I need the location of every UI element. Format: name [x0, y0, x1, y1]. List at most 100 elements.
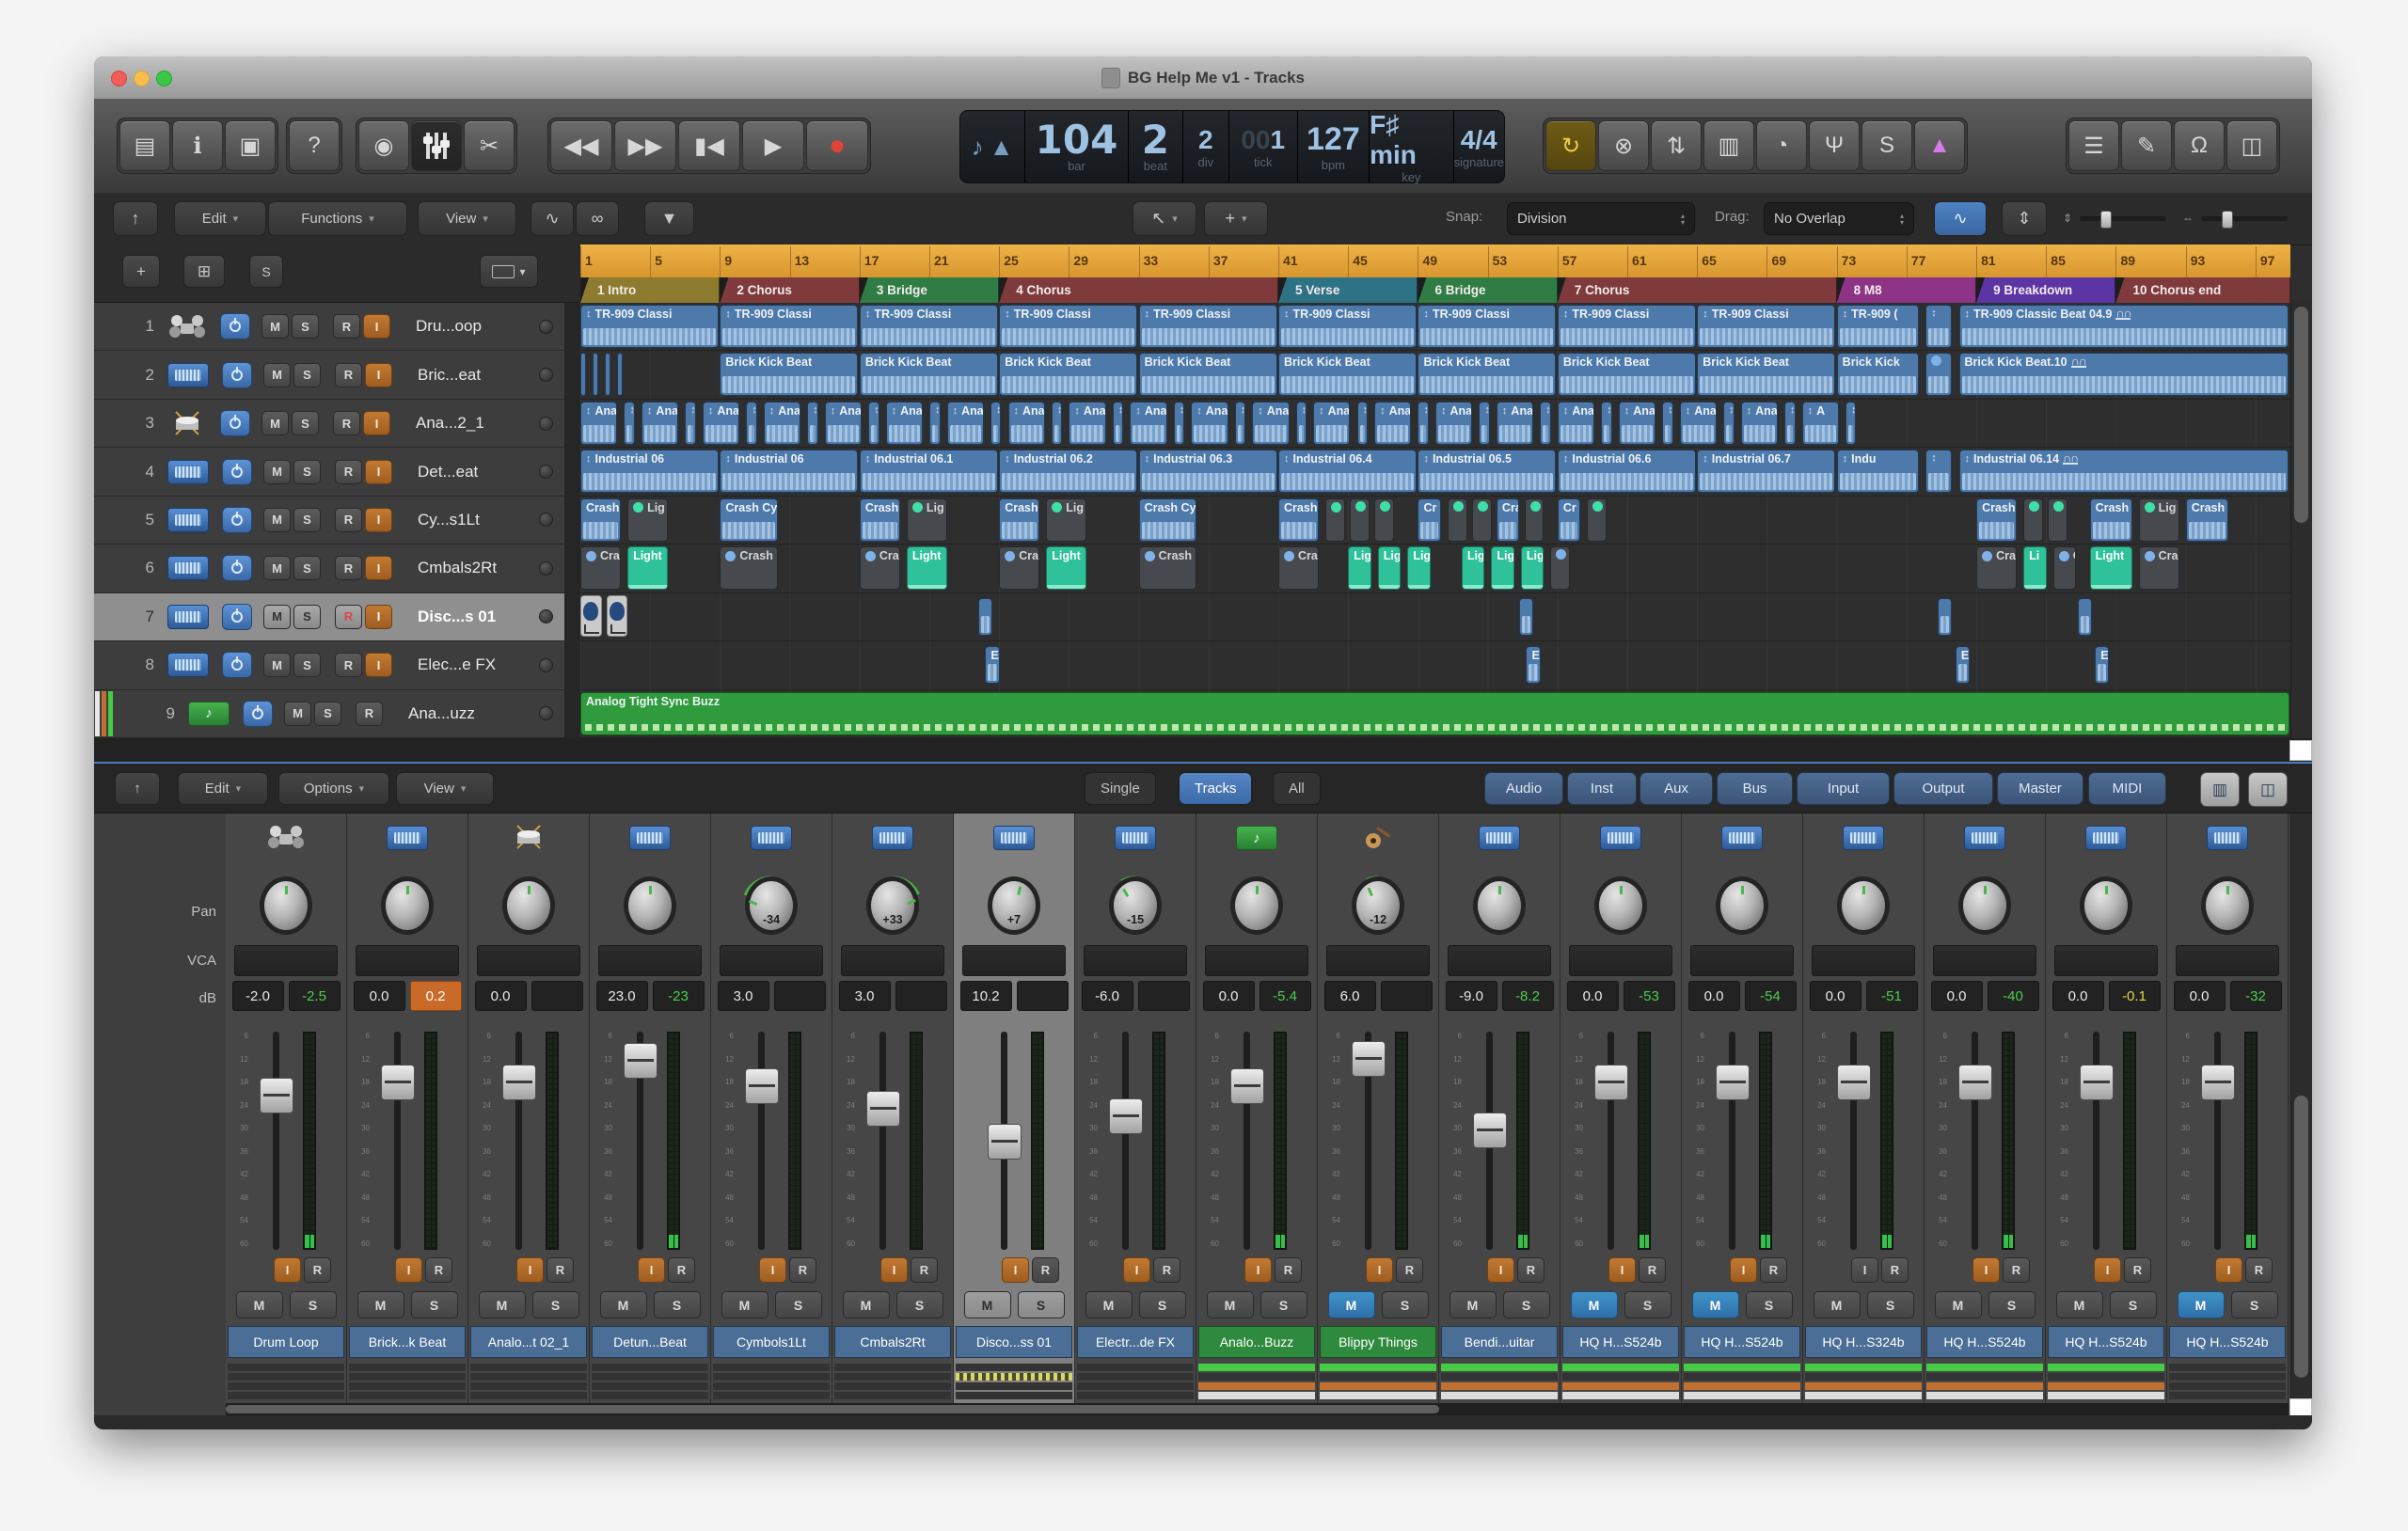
track-lane[interactable]: CrasLightCrashCrasLightCrasLightCrashCra… — [580, 545, 2290, 593]
input-monitor-button[interactable]: I — [1730, 1257, 1757, 1283]
input-monitor-button[interactable]: I — [363, 314, 390, 339]
region[interactable]: ↕ — [929, 401, 941, 445]
track-lane[interactable]: ↕ Industrial 06 ↕ Industrial 06 ↕ Industrial … — [580, 448, 2290, 497]
region[interactable] — [1374, 497, 1394, 542]
mute-button[interactable]: M — [1449, 1291, 1497, 1318]
toolbar-toggle-icon[interactable]: ▣ — [225, 120, 276, 171]
region[interactable] — [592, 353, 598, 397]
autopunch-icon[interactable]: ⇅ — [1651, 120, 1702, 171]
titlebar[interactable]: BG Help Me v1 - Tracks — [94, 56, 2312, 100]
solo-button[interactable]: S — [1381, 1291, 1429, 1318]
track-header[interactable]: 6 M S R I Cmbals2Rt — [94, 545, 564, 593]
channel-name[interactable]: HQ H...S324b — [1805, 1326, 1922, 1358]
region[interactable]: ↕ Ana — [1069, 401, 1106, 445]
pan-knob[interactable] — [1467, 873, 1531, 940]
vca-slot[interactable] — [234, 945, 338, 976]
region[interactable] — [977, 597, 993, 636]
fader-handle[interactable] — [1473, 1113, 1507, 1149]
peak-readout[interactable]: -8.2 — [1501, 981, 1554, 1011]
region[interactable]: ↕ — [1112, 401, 1124, 445]
marker[interactable]: 2 Chorus — [720, 277, 860, 303]
mixer-vertical-scrollbar[interactable] — [2290, 813, 2312, 1415]
region[interactable]: Light — [2089, 546, 2132, 591]
fader-handle[interactable] — [1594, 1065, 1628, 1101]
pan-knob[interactable] — [1831, 873, 1895, 940]
region[interactable]: ↕ — [1540, 401, 1551, 445]
input-monitor-button[interactable]: I — [365, 507, 392, 532]
fader-handle[interactable] — [988, 1124, 1022, 1160]
record-icon[interactable]: ● — [806, 120, 868, 171]
track-lane[interactable]: EEEE — [580, 641, 2290, 690]
track-gain-circle[interactable] — [539, 319, 553, 334]
pan-knob[interactable]: +7 — [982, 873, 1046, 940]
solo-button[interactable]: S — [292, 411, 319, 436]
mute-button[interactable]: M — [261, 411, 289, 436]
track-on-off-button[interactable] — [222, 652, 252, 679]
input-monitor-button[interactable]: I — [638, 1257, 665, 1283]
region[interactable]: ↕ Ana — [885, 401, 923, 445]
record-enable-button[interactable]: R — [1396, 1257, 1423, 1283]
region[interactable]: ↕ — [807, 401, 818, 445]
fader-handle[interactable] — [1352, 1040, 1386, 1077]
track-gain-circle[interactable] — [539, 609, 553, 624]
mixer-options-menu[interactable]: Options ▾ — [278, 772, 389, 805]
fader-handle[interactable] — [1230, 1068, 1264, 1105]
region[interactable]: ↕ Ana — [702, 401, 740, 445]
region[interactable]: ↕ Industrial 06 — [580, 450, 719, 494]
region[interactable]: Lig — [1348, 546, 1371, 591]
mixer-icon[interactable] — [411, 120, 462, 171]
fader-track[interactable] — [758, 1032, 765, 1250]
lcd-key[interactable]: F♯ min key — [1370, 110, 1454, 184]
mixer-channel[interactable]: 0.0 -32 6 12 18 24 30 36 42 48 54 60 I R M S HQ H...S524… — [2167, 813, 2289, 1403]
input-monitor-button[interactable]: I — [2094, 1257, 2121, 1283]
filter-audio[interactable]: Audio — [1484, 772, 1563, 805]
tracks-view-menu[interactable]: View ▾ — [418, 201, 516, 236]
region[interactable]: Cras — [1976, 546, 2018, 591]
pan-knob[interactable]: -12 — [1346, 873, 1410, 940]
mixer-channel[interactable]: 0.0 -53 6 12 18 24 30 36 42 48 54 60 I R M S HQ H...S524… — [1560, 813, 1682, 1403]
peak-readout[interactable]: -23 — [652, 981, 705, 1011]
region[interactable]: ↕ Industrial 06.7 — [1697, 450, 1836, 494]
skip-cycle-icon[interactable]: ⊗ — [1598, 120, 1649, 171]
tracks-edit-menu[interactable]: Edit ▾ — [174, 201, 266, 236]
filter-aux[interactable]: Aux — [1640, 772, 1713, 805]
volume-readout[interactable]: 0.0 — [2173, 981, 2226, 1011]
region[interactable]: Brick Kick Beat — [999, 353, 1138, 397]
region[interactable]: ↕ — [1601, 401, 1612, 445]
snap-dropdown[interactable]: Division ▴ ▾ — [1507, 202, 1695, 235]
automation-icon[interactable]: ∿ — [531, 201, 574, 236]
vca-slot[interactable] — [2176, 945, 2279, 976]
mute-button[interactable]: M — [478, 1291, 526, 1318]
region[interactable] — [606, 594, 628, 637]
region[interactable] — [616, 353, 623, 397]
mixer-view-tracks[interactable]: Tracks — [1179, 772, 1253, 805]
lcd-div[interactable]: 2 div — [1183, 111, 1229, 182]
region[interactable]: E — [2095, 646, 2110, 685]
region[interactable]: ↕ — [1925, 305, 1953, 348]
volume-readout[interactable]: 10.2 — [959, 981, 1012, 1011]
volume-readout[interactable]: 0.0 — [1566, 981, 1619, 1011]
track-lane[interactable]: Crash CLigCrash CyCrash CLigCrash CLigCr… — [580, 497, 2290, 545]
vca-slot[interactable] — [598, 945, 702, 976]
track-lane[interactable]: ↕ TR-909 Classi ↕ TR-909 Classi ↕ TR-909 Clas… — [580, 303, 2290, 352]
track-name[interactable]: Ana...2_1 — [404, 414, 539, 433]
solo-button[interactable]: S — [293, 653, 321, 678]
channel-name[interactable]: HQ H...S524b — [2169, 1326, 2286, 1358]
region[interactable]: ↕ — [868, 401, 879, 445]
region[interactable]: ↕ TR-909 Classi — [859, 305, 998, 348]
pan-knob[interactable]: -15 — [1103, 873, 1167, 940]
pan-knob[interactable] — [375, 873, 439, 940]
mixer-channel[interactable]: 0.0 6 12 18 24 30 36 42 48 54 60 I R M S Analo...t 02_1 — [468, 813, 590, 1403]
track-lane[interactable]: ↕ Ana ↕ ↕ Ana ↕ ↕ Ana ↕ ↕ Ana ↕ ↕ Ana ↕ ↕ Ana ↕ ↕ Ana ↕ ↕ Ana ↕… — [580, 400, 2290, 449]
mixer-channel[interactable]: -12 6.0 6 12 18 24 30 36 42 48 54 60 I R M S Blippy Thin… — [1318, 813, 1439, 1403]
region[interactable]: ↕ — [1173, 401, 1185, 445]
record-enable-button[interactable]: R — [1639, 1257, 1666, 1283]
mixer-channel[interactable]: -2.0 -2.5 6 12 18 24 30 36 42 48 54 60 I R M S Drum Loop — [226, 813, 347, 1403]
region[interactable]: ↕ — [1051, 401, 1063, 445]
volume-readout[interactable]: 0.0 — [353, 981, 405, 1011]
solo-button[interactable]: S — [1502, 1291, 1550, 1318]
quick-help-icon[interactable]: ? — [289, 120, 340, 171]
browsers-icon[interactable]: ◫ — [2226, 120, 2277, 171]
region[interactable]: ↕ — [746, 401, 757, 445]
pan-knob[interactable] — [2195, 873, 2259, 940]
